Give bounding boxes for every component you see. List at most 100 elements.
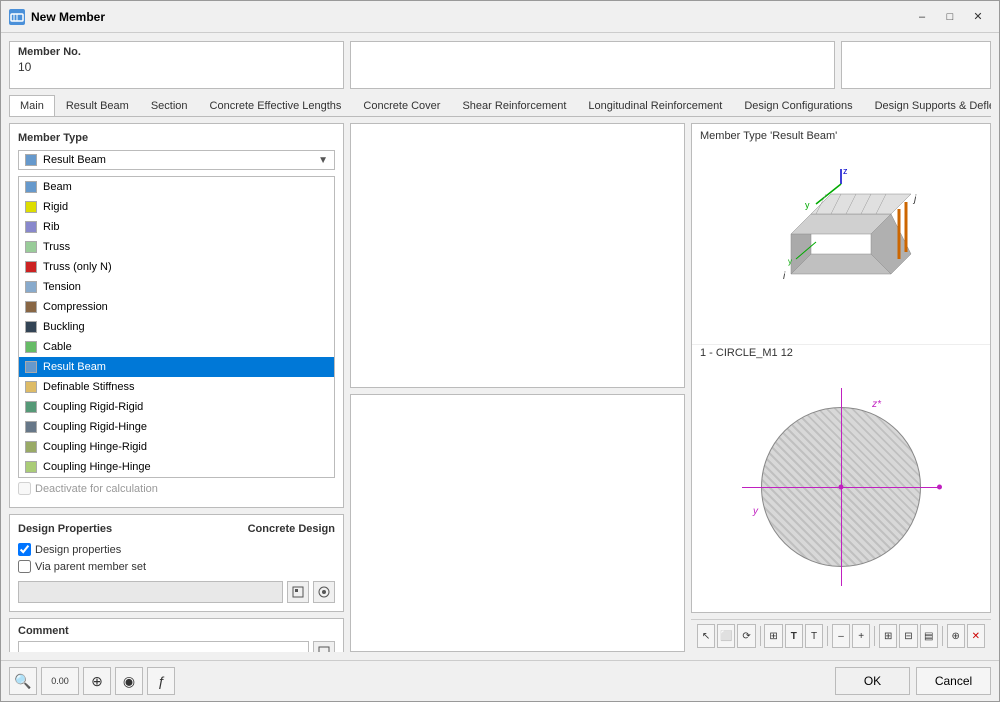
- svg-text:y: y: [805, 200, 810, 210]
- list-item-buckling[interactable]: Buckling: [19, 317, 334, 337]
- coupling-hh-label: Coupling Hinge-Hinge: [43, 461, 151, 473]
- compression-label: Compression: [43, 301, 108, 313]
- deactivate-row: Deactivate for calculation: [18, 478, 335, 499]
- toolbar-minus-btn[interactable]: –: [832, 624, 850, 648]
- beam-label: Beam: [43, 181, 72, 193]
- window-title: New Member: [31, 10, 909, 24]
- list-item-tension[interactable]: Tension: [19, 277, 334, 297]
- definable-stiffness-label: Definable Stiffness: [43, 381, 135, 393]
- list-item-coupling-rh[interactable]: Coupling Rigid-Hinge: [19, 417, 334, 437]
- search-tool-btn[interactable]: 🔍: [9, 667, 37, 695]
- list-item-cable[interactable]: Cable: [19, 337, 334, 357]
- tab-concrete-cover[interactable]: Concrete Cover: [352, 95, 451, 116]
- comment-input-row: [18, 641, 335, 652]
- z-axis-label: z*: [872, 399, 881, 410]
- comment-input[interactable]: [18, 641, 309, 652]
- view-tool-btn[interactable]: ◉: [115, 667, 143, 695]
- toolbar-close-btn[interactable]: ✕: [967, 624, 985, 648]
- list-item-compression[interactable]: Compression: [19, 297, 334, 317]
- member-type-list: Beam Rigid Rib Truss: [18, 176, 335, 478]
- toolbar-rect-btn[interactable]: ⬜: [717, 624, 735, 648]
- deactivate-label: Deactivate for calculation: [35, 483, 158, 495]
- definable-stiffness-color: [25, 381, 37, 393]
- toolbar-print-btn[interactable]: ▤: [920, 624, 938, 648]
- cable-label: Cable: [43, 341, 72, 353]
- dialog-buttons: OK Cancel: [835, 667, 991, 695]
- minimize-button[interactable]: –: [909, 7, 935, 27]
- dropdown-selected-label: Result Beam: [43, 154, 318, 166]
- tab-longitudinal-reinforcement[interactable]: Longitudinal Reinforcement: [577, 95, 733, 116]
- via-parent-checkbox[interactable]: [18, 560, 31, 573]
- right-panel: Member Type 'Result Beam' z y: [691, 123, 991, 652]
- tab-result-beam[interactable]: Result Beam: [55, 95, 140, 116]
- truss-color: [25, 241, 37, 253]
- decimal-tool-btn[interactable]: 0.00: [41, 667, 79, 695]
- tab-design-configurations[interactable]: Design Configurations: [733, 95, 863, 116]
- coupling-hr-color: [25, 441, 37, 453]
- cancel-button[interactable]: Cancel: [916, 667, 991, 695]
- design-props-subtitle: Concrete Design: [248, 523, 335, 535]
- member-type-result-label: Member Type 'Result Beam': [692, 124, 990, 144]
- list-item-truss-n[interactable]: Truss (only N): [19, 257, 334, 277]
- list-item-result-beam[interactable]: Result Beam: [19, 357, 334, 377]
- toolbar-sep-1: [760, 626, 761, 646]
- svg-text:j: j: [912, 194, 917, 205]
- tab-shear-reinforcement[interactable]: Shear Reinforcement: [451, 95, 577, 116]
- tab-main[interactable]: Main: [9, 95, 55, 117]
- comment-label: Comment: [18, 625, 335, 637]
- member-type-dropdown[interactable]: Result Beam ▼: [18, 150, 335, 170]
- toolbar-text-alt-btn[interactable]: T: [805, 624, 823, 648]
- deactivate-checkbox[interactable]: [18, 482, 31, 495]
- toolbar-select-btn[interactable]: ↖: [697, 624, 715, 648]
- compression-color: [25, 301, 37, 313]
- toolbar-grid-alt-btn[interactable]: ⊟: [899, 624, 917, 648]
- truss-label: Truss: [43, 241, 70, 253]
- maximize-button[interactable]: □: [937, 7, 963, 27]
- bottom-bar: 🔍 0.00 ⊕ ◉ ƒ OK Cancel: [1, 660, 999, 701]
- list-item-coupling-hr[interactable]: Coupling Hinge-Rigid: [19, 437, 334, 457]
- design-props-checkbox-label: Design properties: [35, 544, 121, 556]
- toolbar-text-btn[interactable]: T: [785, 624, 803, 648]
- center-dot: [839, 484, 844, 489]
- list-item-coupling-hh[interactable]: Coupling Hinge-Hinge: [19, 457, 334, 477]
- design-props-checkbox[interactable]: [18, 543, 31, 556]
- design-properties-box: Design Properties Concrete Design Design…: [9, 514, 344, 612]
- rigid-label: Rigid: [43, 201, 68, 213]
- toolbar-rotate-btn[interactable]: ⟳: [737, 624, 755, 648]
- top-middle-box: [350, 41, 835, 89]
- toolbar-copy-btn[interactable]: ⊕: [947, 624, 965, 648]
- design-btn-1[interactable]: [287, 581, 309, 603]
- list-item-rigid[interactable]: Rigid: [19, 197, 334, 217]
- axis-tool-btn[interactable]: ⊕: [83, 667, 111, 695]
- tab-design-supports-deflection[interactable]: Design Supports & Deflection: [864, 95, 991, 116]
- toolbar-grid-btn[interactable]: ⊞: [879, 624, 897, 648]
- toolbar-plus-btn[interactable]: +: [852, 624, 870, 648]
- ok-button[interactable]: OK: [835, 667, 910, 695]
- circle-view: z* y: [692, 361, 990, 612]
- result-beam-color: [25, 361, 37, 373]
- tab-section[interactable]: Section: [140, 95, 199, 116]
- design-props-title: Design Properties: [18, 523, 112, 535]
- via-parent-checkbox-row: Via parent member set: [18, 560, 335, 573]
- design-input-field[interactable]: [18, 581, 283, 603]
- comment-box: Comment: [9, 618, 344, 652]
- list-item-definable-stiffness[interactable]: Definable Stiffness: [19, 377, 334, 397]
- close-button[interactable]: ✕: [965, 7, 991, 27]
- comment-btn-1[interactable]: [313, 641, 335, 652]
- toolbar-sep-2: [827, 626, 828, 646]
- design-btn-2[interactable]: [313, 581, 335, 603]
- coupling-rr-color: [25, 401, 37, 413]
- design-input-row: [18, 581, 335, 603]
- app-icon: [9, 9, 25, 25]
- tab-concrete-effective-lengths[interactable]: Concrete Effective Lengths: [199, 95, 353, 116]
- member-no-box: Member No. 10: [9, 41, 344, 89]
- middle-top-panel: [350, 123, 685, 388]
- toolbar-frame-btn[interactable]: ⊞: [764, 624, 782, 648]
- list-item-coupling-rr[interactable]: Coupling Rigid-Rigid: [19, 397, 334, 417]
- list-item-beam[interactable]: Beam: [19, 177, 334, 197]
- member-no-value: 10: [18, 60, 335, 74]
- list-item-rib[interactable]: Rib: [19, 217, 334, 237]
- list-item-truss[interactable]: Truss: [19, 237, 334, 257]
- dropdown-selected-row[interactable]: Result Beam ▼: [18, 150, 335, 170]
- formula-tool-btn[interactable]: ƒ: [147, 667, 175, 695]
